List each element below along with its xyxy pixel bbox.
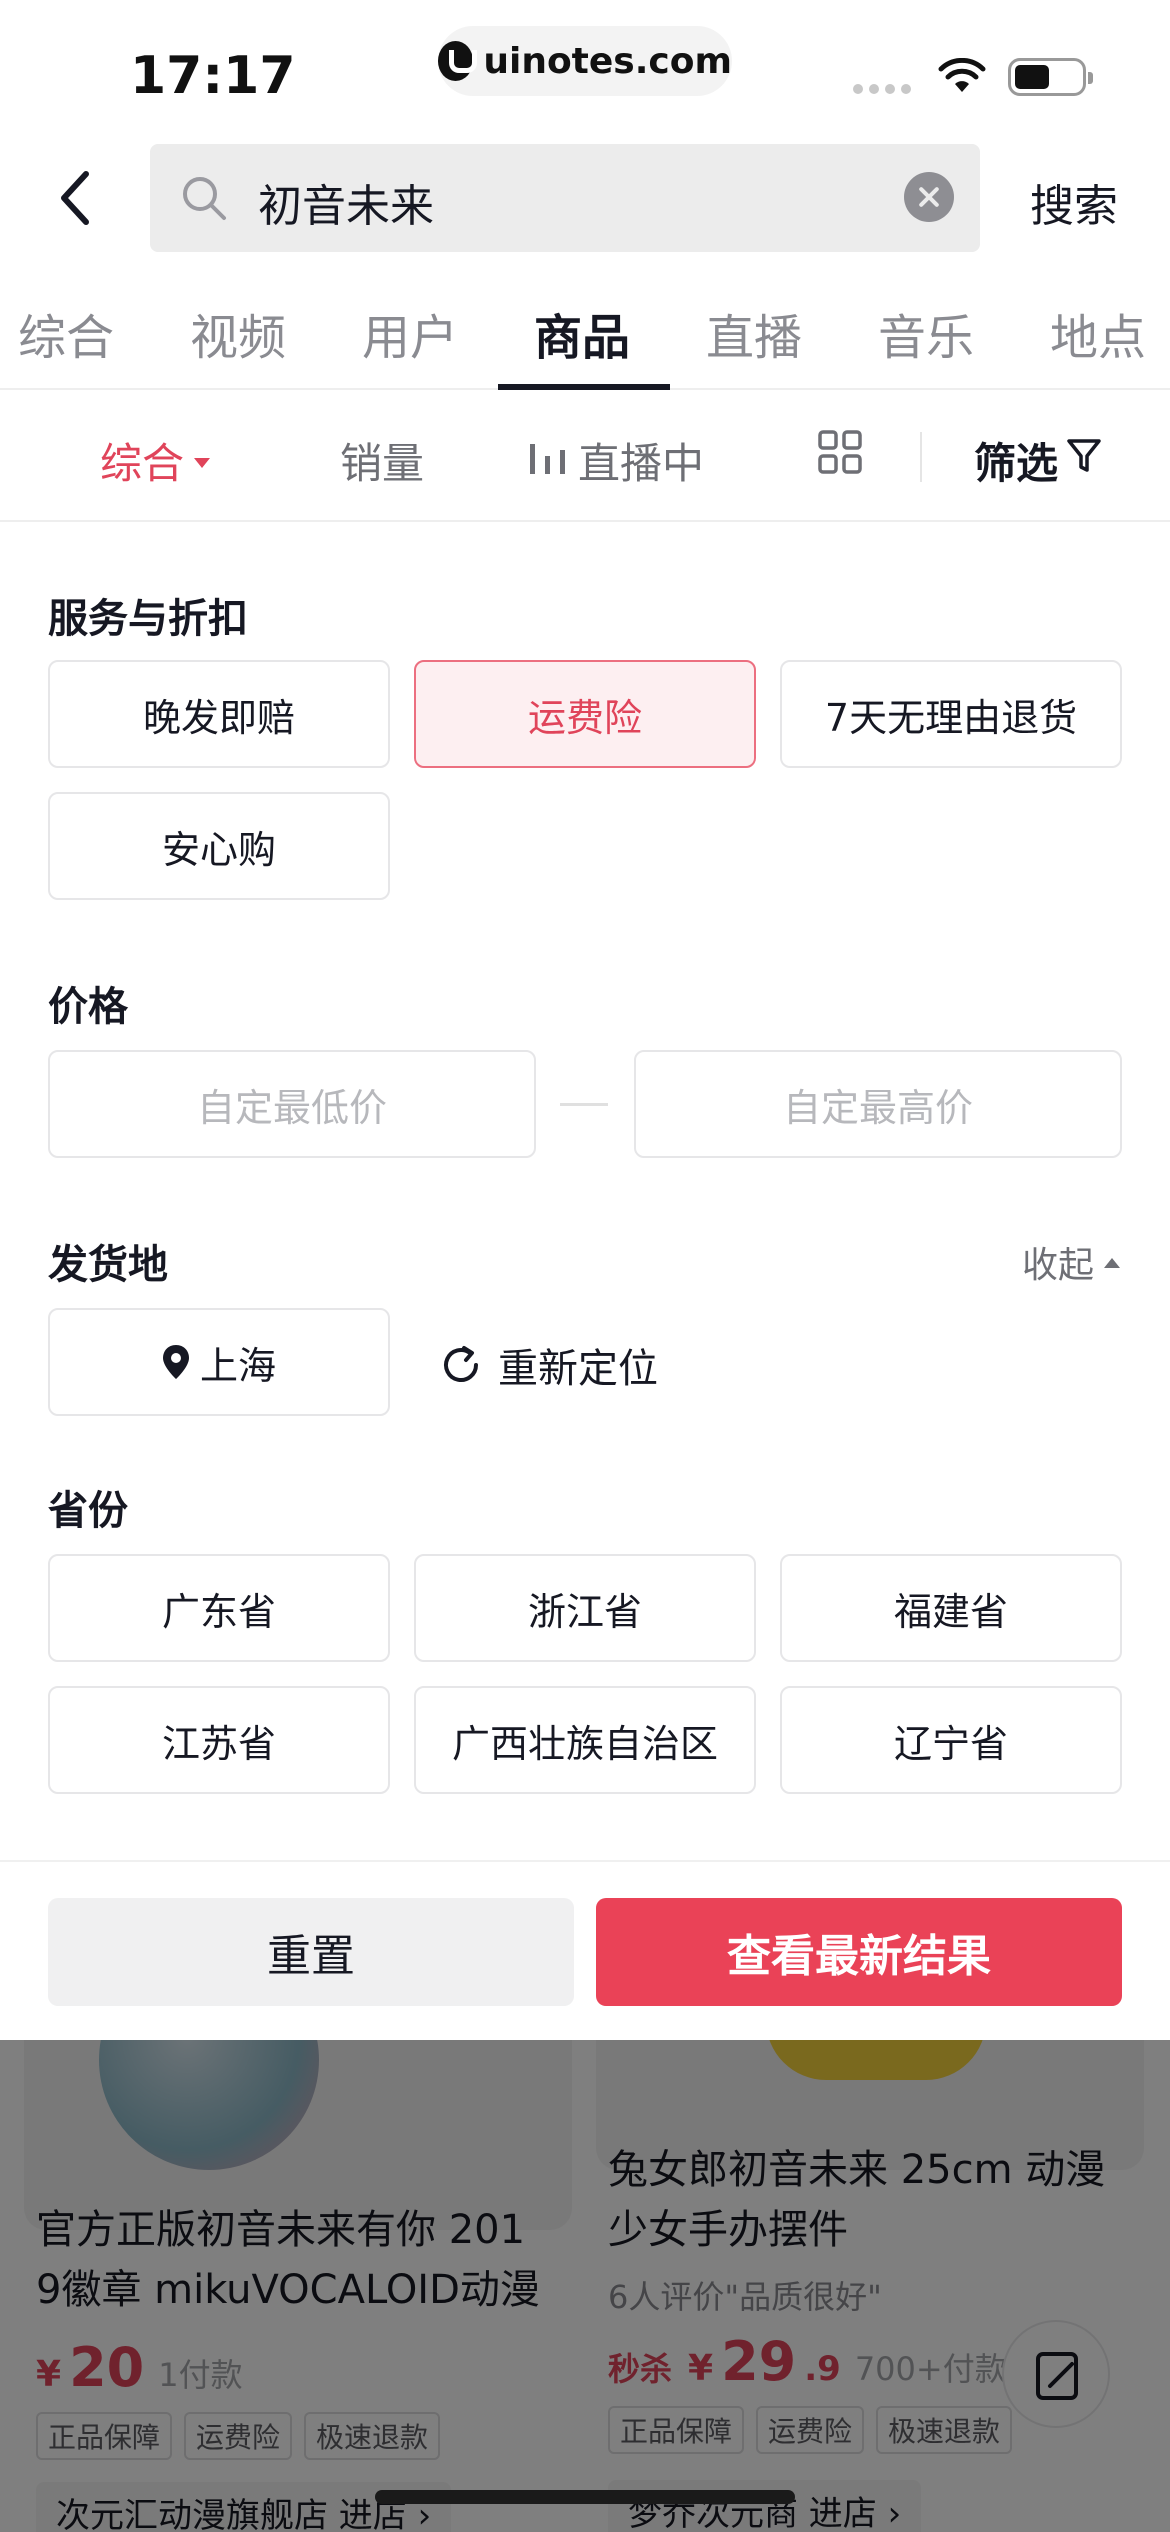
province-chip[interactable]: 浙江省 [414, 1554, 756, 1662]
clear-search-icon[interactable] [904, 172, 954, 222]
url-pill[interactable]: uinotes.com [438, 26, 732, 96]
sort-comprehensive-label: 综合 [100, 439, 185, 488]
province-chip[interactable]: 广西壮族自治区 [414, 1686, 756, 1794]
site-logo-icon [438, 41, 478, 81]
reset-button[interactable]: 重置 [48, 1898, 574, 2006]
province-chip[interactable]: 广东省 [48, 1554, 390, 1662]
cellular-signal-icon [853, 84, 911, 94]
battery-icon [1008, 58, 1093, 96]
service-chip[interactable]: 7天无理由退货 [780, 660, 1122, 768]
search-icon [183, 177, 226, 220]
tab-comprehensive[interactable]: 综合 [18, 298, 114, 368]
service-chip[interactable]: 安心购 [48, 792, 390, 900]
location-pin-icon [162, 1345, 189, 1379]
status-bar: 17:17 uinotes.com [0, 0, 1170, 140]
relocate-label: 重新定位 [498, 1346, 658, 1392]
tab-live[interactable]: 直播 [706, 298, 802, 368]
price-title: 价格 [48, 984, 128, 1030]
caret-down-icon [194, 457, 211, 468]
price-range-dash [560, 1103, 608, 1106]
ship-from-title: 发货地 [48, 1242, 168, 1288]
tab-products[interactable]: 商品 [534, 298, 630, 368]
filter-button[interactable]: 筛选 [974, 430, 1058, 491]
province-chip[interactable]: 福建省 [780, 1554, 1122, 1662]
filter-action-bar: 重置 查看最新结果 [0, 1860, 1170, 2040]
sort-bar: 综合 销量 直播中 筛选 [0, 390, 1170, 522]
collapse-button[interactable]: 收起 [1022, 1236, 1121, 1288]
sort-live[interactable]: 直播中 [578, 430, 704, 491]
service-chip[interactable]: 晚发即赔 [48, 660, 390, 768]
live-bars-icon [530, 444, 565, 474]
collapse-label: 收起 [1022, 1245, 1095, 1286]
services-title: 服务与折扣 [48, 596, 248, 642]
province-chip[interactable]: 江苏省 [48, 1686, 390, 1794]
modal-backdrop[interactable] [0, 2040, 1170, 2532]
search-input[interactable]: 初音未来 [258, 170, 434, 234]
status-time: 17:17 [130, 46, 296, 106]
tab-places[interactable]: 地点 [1050, 298, 1146, 368]
view-results-button[interactable]: 查看最新结果 [596, 1898, 1122, 2006]
funnel-icon[interactable] [1066, 438, 1102, 474]
relocate-button[interactable]: 重新定位 [440, 1336, 658, 1394]
province-title: 省份 [48, 1488, 128, 1534]
url-text: uinotes.com [483, 40, 732, 82]
divider [920, 432, 922, 482]
search-box[interactable]: 初音未来 [150, 144, 980, 252]
max-price-input[interactable]: 自定最高价 [634, 1050, 1122, 1158]
service-chip-selected[interactable]: 运费险 [414, 660, 756, 768]
result-tabs: 综合 视频 用户 商品 直播 音乐 地点 [0, 262, 1170, 390]
caret-up-icon [1104, 1258, 1121, 1268]
sort-comprehensive[interactable]: 综合 [100, 430, 211, 491]
tab-videos[interactable]: 视频 [190, 298, 286, 368]
current-location-chip[interactable]: 上海 [48, 1308, 390, 1416]
current-location-label: 上海 [199, 1343, 276, 1388]
refresh-icon [444, 1346, 478, 1382]
tab-music[interactable]: 音乐 [878, 298, 974, 368]
back-arrow-icon[interactable] [52, 168, 102, 228]
home-indicator [375, 2490, 795, 2504]
grid-layout-icon[interactable] [818, 430, 862, 474]
min-price-input[interactable]: 自定最低价 [48, 1050, 536, 1158]
tab-users[interactable]: 用户 [362, 298, 458, 368]
wifi-icon [938, 58, 986, 92]
search-button[interactable]: 搜索 [1030, 170, 1118, 234]
province-chip[interactable]: 辽宁省 [780, 1686, 1122, 1794]
sort-sales[interactable]: 销量 [340, 430, 424, 491]
